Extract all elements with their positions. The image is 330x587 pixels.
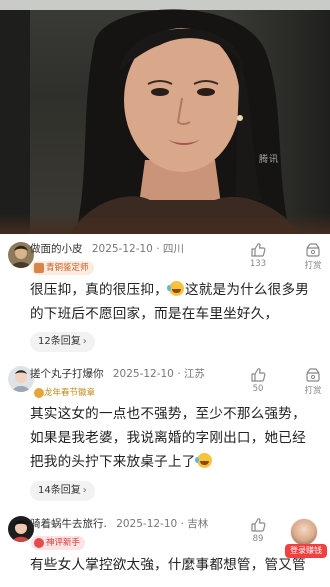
badge-label: 龙年春节徽章	[44, 388, 96, 398]
like-button[interactable]: 89	[247, 517, 269, 544]
like-count: 89	[252, 534, 264, 544]
reward-button[interactable]: 打赏	[300, 242, 326, 271]
comment-location: 吉林	[187, 518, 209, 530]
comment-date: 2025-12-10	[112, 368, 174, 380]
chevron-right-icon: ›	[82, 336, 87, 347]
reward-label: 打赏	[304, 386, 322, 396]
comment-meta: 骑着蜗牛去旅行. 2025-12-10 · 吉林	[30, 516, 208, 531]
comment-text-line: 如果是我老婆，我说离婚的字刚出口，她已经	[30, 430, 306, 446]
comment-text: 有些女人掌控欲太強，什麼事都想管，管又管	[30, 553, 326, 577]
comment-text-line: 把我的头拧下来放桌子上了	[30, 454, 196, 470]
emoji-laugh-cry-icon	[194, 453, 212, 468]
comment-meta: 做面的小皮 2025-12-10 · 四川	[30, 241, 184, 256]
reward-icon	[306, 368, 320, 382]
video-person-image	[70, 9, 300, 234]
replies-button[interactable]: 12条回复 ›	[30, 332, 95, 352]
reward-icon	[306, 243, 320, 257]
badge-icon	[34, 263, 44, 273]
comment-item: 骑着蜗牛去旅行. 2025-12-10 · 吉林 神评新手 有些女人掌控欲太強，…	[0, 513, 330, 587]
video-player[interactable]: 腾讯	[0, 0, 330, 234]
comment-text-line: 其实这女的一点也不强势，至少不那么强势，	[30, 406, 306, 422]
chevron-right-icon: ›	[82, 485, 87, 496]
comment-date: 2025-12-10	[91, 243, 153, 255]
comment-date: 2025-12-10	[116, 518, 178, 530]
thumb-up-icon	[251, 243, 266, 257]
like-count: 50	[252, 384, 264, 394]
badge-label: 青铜鉴定师	[46, 263, 89, 273]
comment-separator: ·	[156, 243, 163, 255]
like-button[interactable]: 133	[247, 242, 269, 269]
like-button[interactable]: 50	[247, 367, 269, 394]
comment-text: 其实这女的一点也不强势，至少不那么强势， 如果是我老婆，我说离婚的字刚出口，她已…	[30, 402, 326, 474]
user-badge[interactable]: 青铜鉴定师	[31, 261, 94, 275]
comment-item: 做面的小皮 2025-12-10 · 四川 青铜鉴定师 很压抑，真的很压抑， 这就…	[0, 238, 330, 356]
comment-text-line: 有些女人掌控欲太強，什麼事都想管，管又管	[30, 557, 306, 573]
thumb-up-icon	[251, 368, 266, 382]
comment-separator: ·	[177, 368, 184, 380]
comment-location: 四川	[162, 243, 184, 255]
floating-reward-avatar[interactable]	[290, 518, 318, 546]
video-bottom-gradient	[0, 214, 330, 234]
replies-label: 14条回复	[38, 485, 81, 496]
reward-label: 打赏	[304, 261, 322, 271]
thumb-up-icon	[251, 518, 266, 532]
comment-item: 搓个丸子打爆你 2025-12-10 · 江苏 龙年春节徽章 其实这女的一点也不…	[0, 363, 330, 503]
dragon-badge-icon	[34, 388, 44, 398]
emoji-laugh-cry-icon	[166, 281, 184, 296]
comment-text-line: 的下班后不愿回家，而是在车里坐好久，	[30, 306, 279, 322]
comment-author[interactable]: 搓个丸子打爆你	[30, 368, 104, 380]
badge-icon	[34, 538, 44, 548]
comment-author[interactable]: 做面的小皮	[30, 243, 83, 255]
like-count: 133	[249, 259, 267, 269]
user-badge[interactable]: 神评新手	[31, 536, 86, 550]
user-badge[interactable]: 龙年春节徽章	[31, 386, 100, 400]
comment-meta: 搓个丸子打爆你 2025-12-10 · 江苏	[30, 366, 205, 381]
replies-label: 12条回复	[38, 336, 81, 347]
replies-button[interactable]: 14条回复 ›	[30, 481, 95, 501]
comment-location: 江苏	[183, 368, 205, 380]
comment-text: 很压抑，真的很压抑， 这就是为什么很多男 的下班后不愿回家，而是在车里坐好久，	[30, 278, 326, 326]
comment-text-line: 这就是为什么很多男	[184, 282, 310, 298]
video-watermark: 腾讯	[259, 155, 280, 165]
comment-author[interactable]: 骑着蜗牛去旅行.	[30, 518, 107, 530]
comment-text-line: 很压抑，真的很压抑，	[30, 282, 168, 298]
badge-label: 神评新手	[46, 538, 81, 548]
login-earn-button[interactable]: 登录赚钱	[285, 544, 327, 558]
reward-button[interactable]: 打赏	[300, 367, 326, 396]
